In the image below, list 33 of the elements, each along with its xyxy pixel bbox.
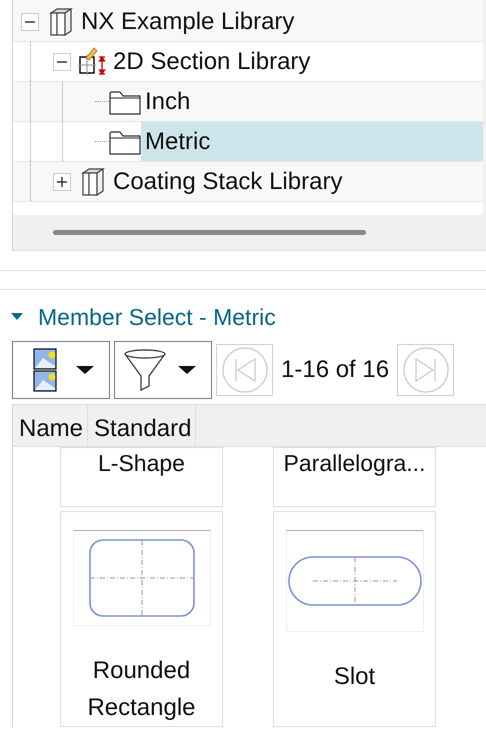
member-name: Parallelogra... — [282, 449, 426, 478]
tree-item[interactable]: 2D Section Library — [109, 42, 483, 81]
section-title: Member Select - Metric — [38, 304, 276, 330]
funnel-icon — [123, 348, 167, 392]
view-dropdown[interactable] — [12, 341, 110, 399]
slot-icon — [288, 555, 422, 607]
folder-icon — [109, 128, 141, 154]
dropdown-arrow-icon — [75, 365, 95, 375]
member-card[interactable]: L-Shape — [60, 447, 223, 507]
plus-icon — [57, 176, 67, 186]
minus-icon — [57, 60, 67, 62]
dropdown-arrow-icon — [177, 365, 197, 375]
member-name: Slot — [332, 662, 376, 692]
member-name: Rounded Rectangle — [86, 656, 197, 723]
books-icon — [49, 6, 73, 36]
rounded-rectangle-icon — [88, 538, 196, 618]
collapse-toggle[interactable] — [21, 12, 39, 30]
section-icon — [78, 46, 108, 78]
image-view-icon — [31, 347, 59, 393]
filter-dropdown[interactable] — [114, 341, 212, 399]
member-card[interactable]: Rounded Rectangle — [60, 511, 223, 727]
member-card[interactable]: Slot — [273, 511, 436, 727]
tree-item[interactable]: Metric — [141, 122, 483, 161]
collapse-toggle[interactable] — [53, 52, 71, 70]
member-name: L-Shape — [97, 449, 186, 478]
expand-toggle[interactable] — [53, 172, 71, 190]
collapse-caret-icon[interactable] — [10, 312, 24, 322]
books-icon — [81, 166, 105, 196]
scrollbar-thumb[interactable] — [53, 230, 366, 235]
minus-icon — [25, 20, 35, 22]
folder-icon — [109, 88, 141, 114]
member-card[interactable]: Parallelogra... — [273, 447, 436, 507]
page-range: 1-16 of 16 — [280, 356, 390, 384]
